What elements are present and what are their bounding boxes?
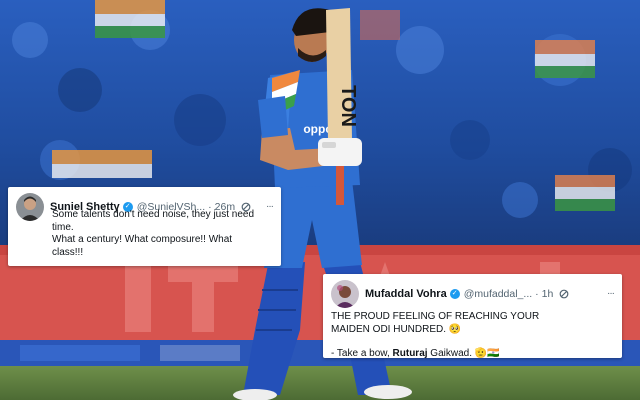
author-handle[interactable]: @mufaddal_... <box>464 288 532 300</box>
tweet-line: Some talents don't need noise, they just… <box>52 209 255 220</box>
tweet-line: class!!! <box>52 246 84 258</box>
grass <box>0 366 640 400</box>
tweet-line: THE PROUD FEELING OF REACHING YOUR <box>331 311 540 322</box>
bat-brand-text: TON <box>337 85 359 127</box>
tweet-line: time. <box>52 221 74 233</box>
verified-badge-icon: ✓ <box>449 289 460 299</box>
pleading-face-emoji-icon: 🥺 <box>448 323 462 335</box>
tweet-line: What a century! What composure!! What <box>52 234 233 245</box>
tweet-line: MAIDEN ODI HUNDRED. 🥺 <box>331 324 614 337</box>
grok-icon[interactable] <box>559 289 569 299</box>
tweet-text: THE PROUD FEELING OF REACHING YOUR MAIDE… <box>331 311 614 361</box>
salute-india-flag-emoji-icon: 🫡🇮🇳 <box>474 348 500 359</box>
avatar[interactable] <box>16 193 44 221</box>
more-options-icon[interactable]: ··· <box>266 202 274 212</box>
tweet-line: - Take a bow, Ruturaj Gaikwad. 🫡🇮🇳 <box>331 348 614 361</box>
tweet-card-suniel-shetty[interactable]: Suniel Shetty ✓ @SunielVSh... · 26m ··· … <box>8 187 281 266</box>
hashtag-ruturaj[interactable]: Ruturaj <box>393 348 428 359</box>
tweet-card-mufaddal-vohra[interactable]: Mufaddal Vohra ✓ @mufaddal_... · 1h ··· … <box>323 274 622 361</box>
tweet-timestamp[interactable]: 1h <box>542 288 554 300</box>
tweet-line-suffix: Gaikwad. <box>427 348 472 359</box>
tweet-text: Some talents don't need noise, they just… <box>52 209 273 259</box>
tweet-line-prefix: - Take a bow, <box>331 348 393 359</box>
more-options-icon[interactable]: ··· <box>607 289 615 299</box>
tweet-line-text: MAIDEN ODI HUNDRED. <box>331 323 447 335</box>
avatar[interactable] <box>331 280 359 308</box>
tweet-header: Mufaddal Vohra ✓ @mufaddal_... · 1h ··· <box>331 280 615 308</box>
author-name[interactable]: Mufaddal Vohra <box>365 288 447 300</box>
separator-dot: · <box>535 288 539 300</box>
